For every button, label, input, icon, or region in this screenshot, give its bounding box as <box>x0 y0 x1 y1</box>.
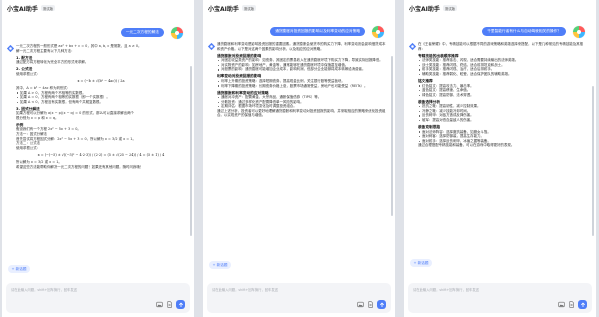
answer-paragraph: 根分别为 x = p 和 x = q。 <box>16 115 59 120</box>
new-chat-button[interactable]: + 新话题 <box>410 259 432 267</box>
top-bar: 小宝AI助手 测试版 <box>404 0 596 16</box>
beta-badge: 测试版 <box>442 4 458 12</box>
answer-paragraph: 通过合理搭配专精技能和装备，可以在游戏中取得更好的表现。 <box>418 143 515 148</box>
beta-badge: 测试版 <box>40 4 56 12</box>
scrollbar[interactable] <box>190 66 192 236</box>
divider <box>194 0 203 317</box>
file-upload-icon[interactable] <box>367 301 374 308</box>
beta-badge: 测试版 <box>241 4 257 12</box>
assistant-answer: 通货膨胀和利率变动是影响投资回报的重要因素。通货膨胀会使货币的购买力下降，利率变… <box>217 42 387 118</box>
answer-paragraph: 通过上述分析，投资者可以更好地理解通货膨胀和利率变动对投资回报的影响，并采取相应… <box>217 108 386 118</box>
answer-bullet: 利率下降期的投资策略：长期债券价格上涨，股票市场通常受益，房地产也可能受益（RE… <box>217 84 387 89</box>
top-bar: 小宝AI助手 测试版 <box>203 0 395 16</box>
answer-paragraph: 使用求根公式： <box>16 145 41 150</box>
chat-screen-3: 小宝AI助手 测试版 千里智能行者有什么与自动驾驶相关的操作？ 在《王者荣耀》中… <box>404 0 596 317</box>
send-button[interactable] <box>578 300 587 309</box>
answer-bullet: 绿色铭文：提高防御、法术穿透。 <box>418 93 588 98</box>
input-placeholder: 请在此输入问题，shift+回车换行，回车发送 <box>11 288 77 292</box>
answer-bullet: 定期评估：根据市场环境变化及时调整投资组合。 <box>217 104 387 109</box>
answer-bullet: 破军：提高对低血量敌人的伤害。 <box>418 118 588 123</box>
answer-bullet: 如果 Δ < 0，方程没有实数根，但有两个共轭复数根。 <box>16 100 186 105</box>
answer-formula: x = (−b ± √(b² − 4ac)) / 2a <box>77 78 125 83</box>
user-avatar-icon <box>170 26 184 40</box>
user-avatar-icon <box>371 25 385 39</box>
app-title: 小宝AI助手 <box>208 5 239 13</box>
answer-paragraph: 在《王者荣耀》中，专精技能可以根据不同的游戏策略和英雄选择来搭配，以下是几种常见… <box>418 42 584 51</box>
new-chat-button[interactable]: + 新话题 <box>8 265 30 273</box>
user-message: 通货膨胀对投资回报的影响以及利率变动的应对策略 <box>270 27 365 36</box>
screenshot-collage: 小宝AI助手 测试版 一元二次方程的解法 一元二次方程的一般形式是 ax² + … <box>0 0 599 317</box>
assistant-answer: 在《王者荣耀》中，专精技能可以根据不同的游戏策略和英雄选择来搭配，以下是几种常见… <box>418 42 588 148</box>
answer-bullet: 辅助类技能：推荐弱化、眩晕，适合保护团队的辅助英雄。 <box>418 72 588 77</box>
input-placeholder: 请在此输入问题，shift+回车换行，回车发送 <box>413 288 479 292</box>
answer-paragraph: 使用求根公式： <box>16 71 41 76</box>
top-bar: 小宝AI助手 测试版 <box>2 0 194 16</box>
new-chat-button[interactable]: + 新话题 <box>209 261 231 269</box>
file-upload-icon[interactable] <box>166 301 173 308</box>
divider <box>395 0 404 317</box>
answer-paragraph: 通货膨胀和利率变动是影响投资回报的重要因素。通货膨胀会使货币的购买力下降，利率变… <box>217 42 386 51</box>
image-upload-icon[interactable] <box>558 301 565 308</box>
message-input[interactable]: 请在此输入问题，shift+回车换行，回车发送 <box>6 283 190 313</box>
message-input[interactable]: 请在此输入问题，shift+回车换行，回车发送 <box>207 283 391 313</box>
image-upload-icon[interactable] <box>357 301 364 308</box>
file-upload-icon[interactable] <box>568 301 575 308</box>
answer-bullet: 对股票的影响：通货膨胀可能增加企业成本，影响利润，但部分企业能够将成本转嫁给消费… <box>217 67 387 72</box>
image-upload-icon[interactable] <box>156 301 163 308</box>
app-title: 小宝AI助手 <box>7 5 38 13</box>
user-message: 一元二次方程的解法 <box>120 28 164 37</box>
input-placeholder: 请在此输入问题，shift+回车换行，回车发送 <box>212 288 278 292</box>
send-button[interactable] <box>377 300 386 309</box>
user-message: 千里智能行者有什么与自动驾驶相关的操作？ <box>482 27 566 36</box>
chat-screen-2: 小宝AI助手 测试版 通货膨胀对投资回报的影响以及利率变动的应对策略 通货膨胀和… <box>203 0 395 317</box>
assistant-icon <box>6 44 15 53</box>
chat-area: 千里智能行者有什么与自动驾驶相关的操作？ 在《王者荣耀》中，专精技能可以根据不同… <box>404 16 596 261</box>
answer-paragraph: 解一元二次方程主要有以下几种方法： <box>16 48 75 53</box>
message-input[interactable]: 请在此输入问题，shift+回车换行，回车发送 <box>408 283 592 313</box>
assistant-answer: 一元二次方程的一般形式是 ax² + bx + c = 0，其中 a, b, c… <box>16 44 186 169</box>
scrollbar[interactable] <box>391 56 393 216</box>
chat-screen-1: 小宝AI助手 测试版 一元二次方程的解法 一元二次方程的一般形式是 ax² + … <box>2 0 194 317</box>
scrollbar[interactable] <box>592 86 594 236</box>
chat-area: 通货膨胀对投资回报的影响以及利率变动的应对策略 通货膨胀和利率变动是影响投资回报… <box>203 16 395 261</box>
answer-paragraph: 希望这些方法能帮助你解决一元二次方程的问题！如果还有其他问题，随时问我哦！ <box>16 164 144 169</box>
assistant-icon <box>207 42 216 51</box>
user-avatar-icon <box>572 25 586 39</box>
assistant-icon <box>408 42 417 51</box>
chat-area: 一元二次方程的解法 一元二次方程的一般形式是 ax² + bx + c = 0，… <box>2 16 194 261</box>
answer-formula: x = (−(−5) ± √((−5)² − 4·2·3)) / (2·2) =… <box>37 152 165 157</box>
app-title: 小宝AI助手 <box>409 5 440 13</box>
answer-paragraph: 通过配方将方程转化为完全平方的形式来求解。 <box>16 60 89 65</box>
answer-bullet: 面对射手：选择反伤刺甲、冰痕之握等装备。 <box>418 139 588 144</box>
send-button[interactable] <box>176 300 185 309</box>
